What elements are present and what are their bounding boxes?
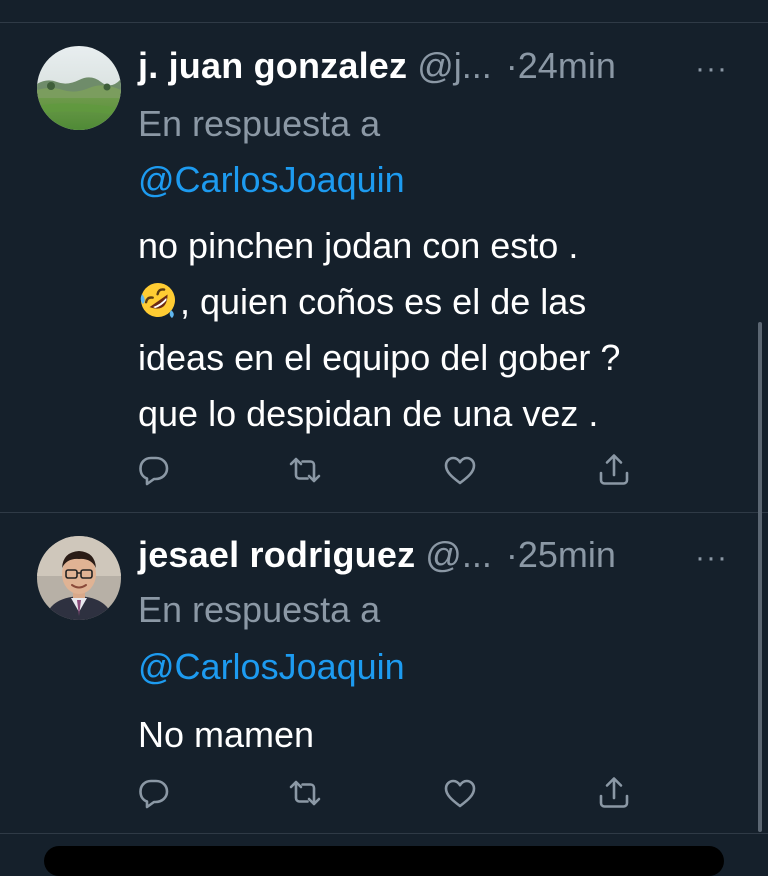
reply-icon[interactable] <box>136 775 172 811</box>
tweet-divider <box>0 833 768 834</box>
person-avatar-image <box>37 536 121 620</box>
tweet-text-line: ideas en el equipo del gober ? <box>138 337 621 378</box>
tweet-text-line: No mamen <box>138 714 315 755</box>
reply-icon[interactable] <box>136 452 172 488</box>
tweet-text: No mamen <box>138 707 738 763</box>
share-icon[interactable] <box>596 452 632 488</box>
scrollbar[interactable] <box>758 322 762 832</box>
avatar[interactable] <box>37 46 121 130</box>
more-options-icon[interactable]: ··· <box>695 541 728 575</box>
tweet-header: j. juan gonzalez @j... ·24min <box>138 44 738 88</box>
rolling-on-floor-laughing-emoji <box>140 283 175 318</box>
like-icon[interactable] <box>442 775 478 811</box>
tweet-actions <box>136 775 636 815</box>
avatar[interactable] <box>37 536 121 620</box>
tweet-text-line: que lo despidan de una vez . <box>138 393 599 434</box>
timestamp[interactable]: ·25min <box>506 534 616 576</box>
tweet-text-line-content: , quien coños es el de las <box>180 281 587 322</box>
username[interactable]: @... <box>425 534 492 576</box>
tweet-text-line: , quien coños es el de las <box>138 274 738 330</box>
like-icon[interactable] <box>442 452 478 488</box>
display-name[interactable]: j. juan gonzalez <box>138 45 407 87</box>
timestamp[interactable]: ·24min <box>506 45 616 87</box>
replying-to-label: En respuesta a <box>138 103 381 144</box>
tweet[interactable]: j. juan gonzalez @j... ·24min ··· En res… <box>0 24 768 512</box>
display-name[interactable]: jesael rodriguez <box>138 534 415 576</box>
tweet[interactable]: jesael rodriguez @... ·25min ··· En resp… <box>0 513 768 833</box>
tweet-text: no pinchen jodan con esto . , quien coño… <box>138 218 738 442</box>
landscape-avatar-image <box>37 46 121 130</box>
reply-to-mention[interactable]: @CarlosJoaquin <box>138 647 405 687</box>
replying-to-label: En respuesta a <box>138 589 381 630</box>
retweet-icon[interactable] <box>287 775 323 811</box>
retweet-icon[interactable] <box>287 452 323 488</box>
reply-to-mention[interactable]: @CarlosJoaquin <box>138 160 405 200</box>
more-options-icon[interactable]: ··· <box>695 52 728 86</box>
share-icon[interactable] <box>596 775 632 811</box>
username[interactable]: @j... <box>417 45 492 87</box>
tweet-header: jesael rodriguez @... ·25min <box>138 533 738 577</box>
bottom-bar <box>44 846 724 876</box>
tweet-actions <box>136 452 636 492</box>
top-divider <box>0 22 768 23</box>
tweet-text-line: no pinchen jodan con esto . <box>138 225 579 266</box>
